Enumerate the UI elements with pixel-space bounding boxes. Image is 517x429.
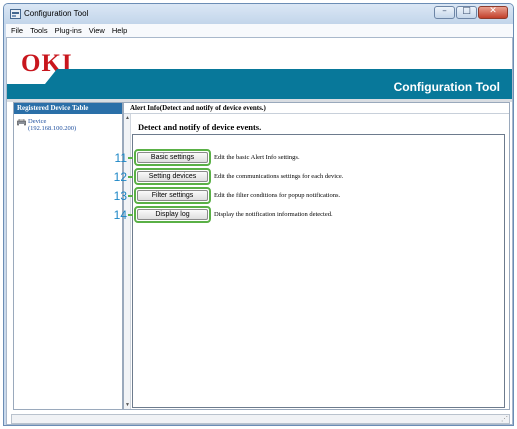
menu-tools[interactable]: Tools <box>30 26 48 35</box>
scroll-up-icon[interactable]: ▲ <box>125 115 130 121</box>
action-description: Display the notification information det… <box>214 211 333 218</box>
close-icon: ✕ <box>489 6 497 16</box>
device-table-panel: Registered Device Table Device (192.168.… <box>13 102 123 410</box>
filter-settings-button[interactable]: Filter settings <box>137 190 208 201</box>
callout-connector <box>128 213 133 216</box>
callout-number: 11 <box>114 150 127 165</box>
callout-number: 13 <box>113 188 127 203</box>
callout-connector <box>128 175 133 178</box>
banner-title: Configuration Tool <box>393 80 500 94</box>
display-log-button[interactable]: Display log <box>137 209 208 220</box>
section-title: Detect and notify of device events. <box>138 122 262 132</box>
scroll-down-icon[interactable]: ▼ <box>125 402 130 408</box>
alert-info-panel: Alert Info(Detect and notify of device e… <box>114 102 510 410</box>
basic-settings-button[interactable]: Basic settings <box>137 152 208 163</box>
callout-number: 14 <box>113 207 127 222</box>
title-bar: Configuration Tool – □ ✕ <box>4 4 513 24</box>
callout-connector <box>128 156 133 159</box>
menu-view[interactable]: View <box>89 26 105 35</box>
window-title: Configuration Tool <box>24 9 89 18</box>
device-ip: (192.168.100.200) <box>28 125 77 132</box>
app-icon <box>10 9 21 19</box>
maximize-button[interactable]: □ <box>456 6 477 19</box>
maximize-icon: □ <box>462 6 471 16</box>
callout-highlight: Basic settings <box>134 149 211 166</box>
menu-help[interactable]: Help <box>112 26 127 35</box>
action-description: Edit the filter conditions for popup not… <box>214 192 341 199</box>
device-name: Device <box>28 118 47 125</box>
app-window: Configuration Tool – □ ✕ File Tools Plug… <box>3 3 514 426</box>
action-row-basic: 11 Basic settings Edit the basic Alert I… <box>109 149 300 166</box>
menu-bar: File Tools Plug-ins View Help <box>6 24 513 37</box>
action-row-log: 14 Display log Display the notification … <box>109 206 333 223</box>
menu-file[interactable]: File <box>11 26 23 35</box>
minimize-button[interactable]: – <box>434 6 455 19</box>
action-description: Edit the communications settings for eac… <box>214 173 344 180</box>
device-table-header: Registered Device Table <box>14 103 122 114</box>
device-entry[interactable]: Device (192.168.100.200) <box>17 118 76 132</box>
alert-info-header: Alert Info(Detect and notify of device e… <box>124 103 509 114</box>
client-area: OKI Configuration Tool Registered Device… <box>6 37 513 425</box>
printer-icon <box>17 119 26 126</box>
callout-highlight: Display log <box>134 206 211 223</box>
banner: OKI Configuration Tool <box>7 38 512 102</box>
close-button[interactable]: ✕ <box>478 6 508 19</box>
status-bar: ⋰ <box>11 414 510 424</box>
minimize-icon: – <box>442 6 447 16</box>
actions-box: 11 Basic settings Edit the basic Alert I… <box>114 134 505 408</box>
action-row-devices: 12 Setting devices Edit the communicatio… <box>109 168 343 185</box>
alert-info-content: Detect and notify of device events. 11 B… <box>114 114 507 409</box>
setting-devices-button[interactable]: Setting devices <box>137 171 208 182</box>
resize-grip-icon[interactable]: ⋰ <box>501 415 508 423</box>
callout-highlight: Setting devices <box>134 168 211 185</box>
callout-connector <box>128 194 133 197</box>
action-description: Edit the basic Alert Info settings. <box>214 154 300 161</box>
menu-plugins[interactable]: Plug-ins <box>55 26 82 35</box>
callout-highlight: Filter settings <box>134 187 211 204</box>
action-row-filter: 13 Filter settings Edit the filter condi… <box>109 187 340 204</box>
callout-number: 12 <box>113 169 127 184</box>
